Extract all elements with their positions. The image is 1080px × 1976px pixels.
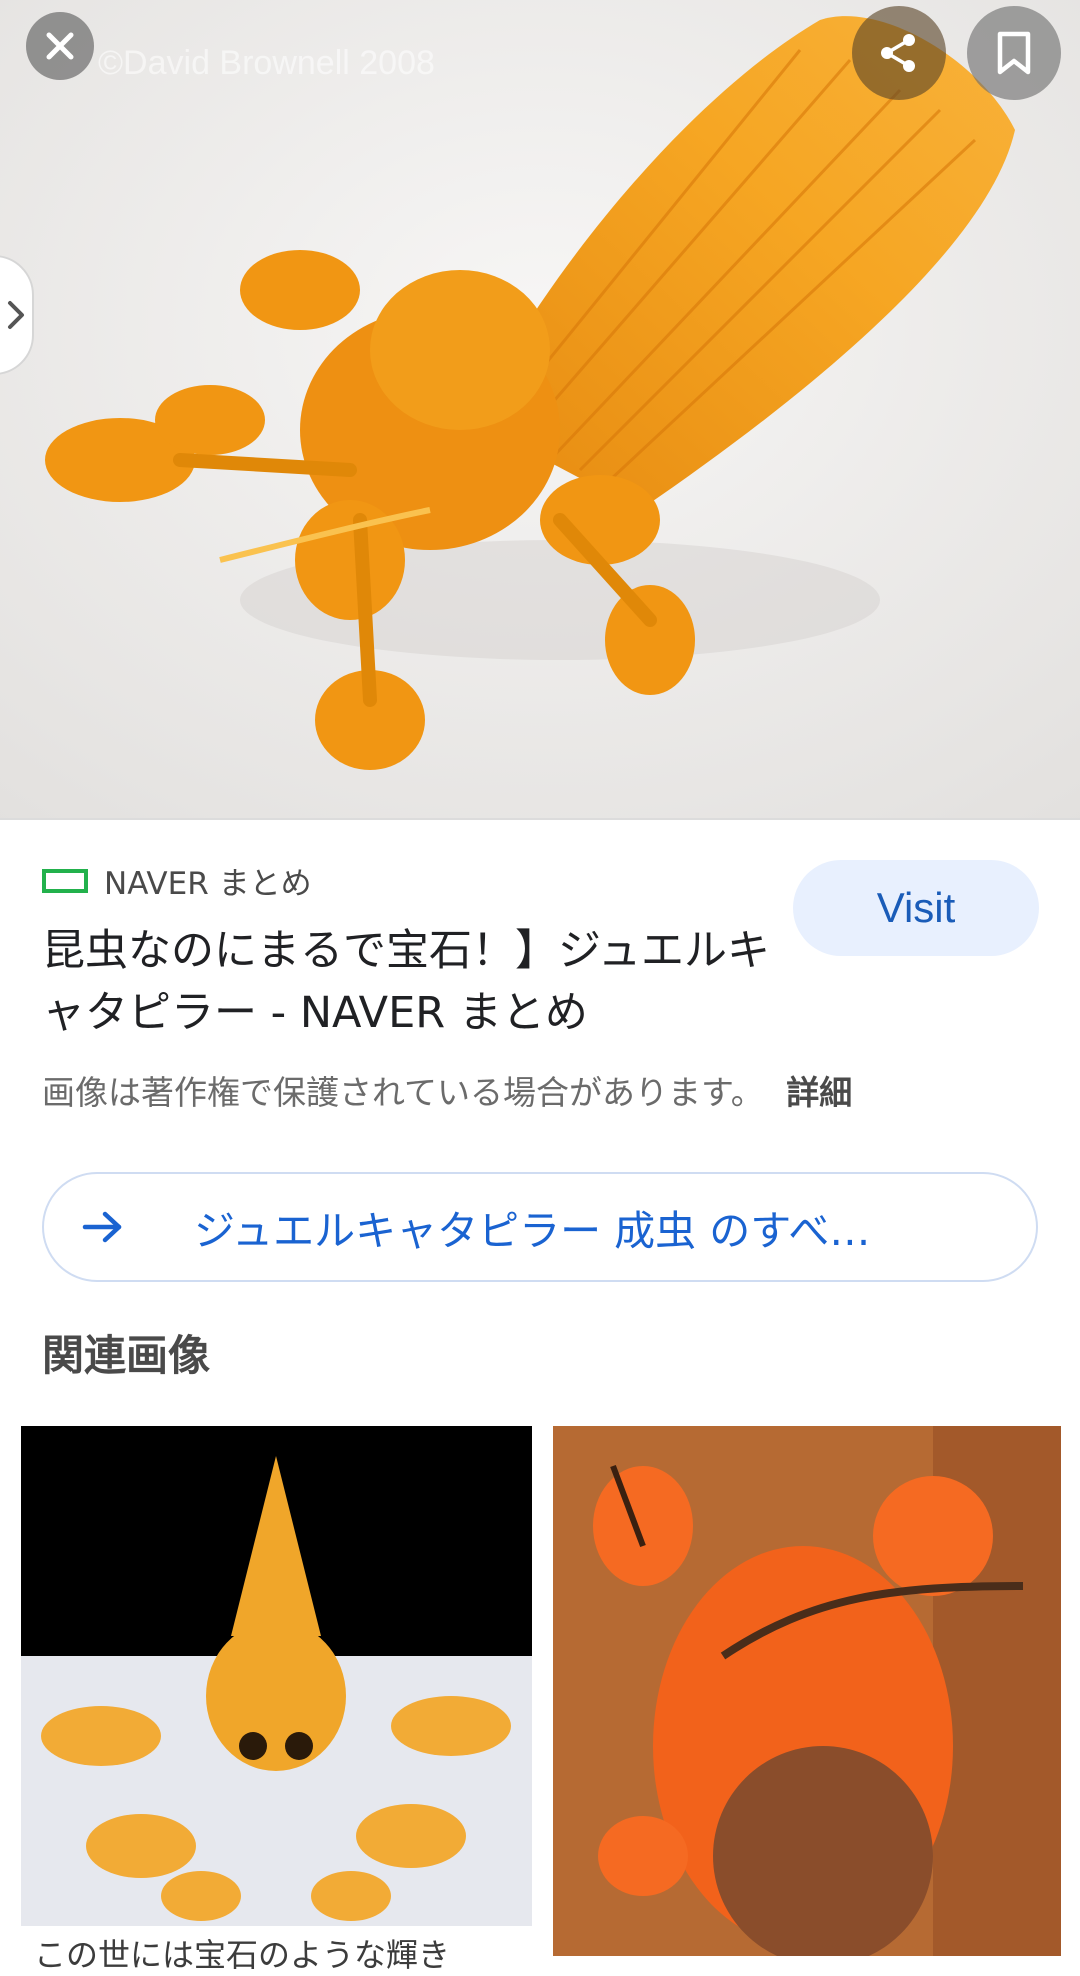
source-row[interactable]: NAVER まとめ (42, 858, 312, 903)
copyright-text: 画像は著作権で保護されている場合があります。 (42, 1073, 764, 1112)
close-icon (46, 32, 74, 60)
close-button[interactable] (26, 12, 94, 80)
hero-image[interactable]: ©David Brownell 2008 (0, 0, 1080, 818)
share-icon (881, 34, 915, 72)
bookmark-icon (997, 31, 1031, 75)
related-images-heading: 関連画像 (42, 1331, 211, 1380)
chevron-right-icon (8, 301, 24, 329)
arrow-right-icon (82, 1209, 142, 1245)
moth-photo (0, 0, 1080, 818)
details-link[interactable]: 詳細 (786, 1073, 852, 1112)
related-image-1[interactable] (21, 1426, 532, 1926)
visit-button[interactable]: Visit (793, 860, 1039, 956)
see-all-button[interactable]: ジュエルキャタピラー 成虫 のすべ… (42, 1172, 1038, 1282)
source-name: NAVER まとめ (104, 866, 312, 902)
related-image-2[interactable] (553, 1426, 1061, 1956)
share-button[interactable] (852, 6, 946, 100)
hero-divider (0, 818, 1080, 820)
related-image-1-caption[interactable]: この世には宝石のような輝き (34, 1930, 450, 1976)
source-logo-icon (42, 868, 88, 893)
copyright-notice: 画像は著作権で保護されている場合があります。 詳細 (42, 1066, 852, 1114)
hero-watermark: ©David Brownell 2008 (98, 44, 435, 82)
result-title[interactable]: 昆虫なのにまるで宝石！】ジュエルキャタピラー - NAVER まとめ (42, 920, 782, 1044)
related-image-1-photo (21, 1426, 532, 1926)
see-all-label: ジュエルキャタピラー 成虫 のすべ… (194, 1207, 871, 1255)
save-button[interactable] (967, 6, 1061, 100)
related-image-2-photo (553, 1426, 1061, 1956)
